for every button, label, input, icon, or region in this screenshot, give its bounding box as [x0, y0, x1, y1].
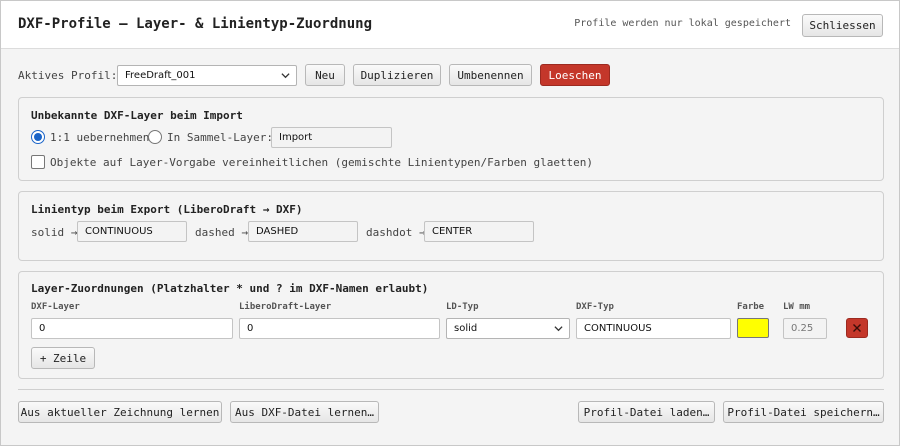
unknown-layers-title: Unbekannte DXF-Layer beim Import [31, 109, 243, 122]
ld-type-value: solid [454, 323, 478, 334]
dxf-layer-input[interactable]: 0 [31, 318, 233, 339]
col-lineweight: LW mm [783, 302, 811, 312]
close-button[interactable]: Schliessen [802, 14, 883, 37]
delete-row-button[interactable] [846, 318, 868, 338]
dialog-title: DXF-Profile — Layer- & Linientyp-Zuordnu… [18, 16, 373, 32]
normalize-checkbox[interactable] [31, 155, 45, 169]
profile-dialog: DXF-Profile — Layer- & Linientyp-Zuordnu… [0, 0, 900, 446]
duplicate-profile-button[interactable]: Duplizieren [353, 64, 441, 86]
new-profile-button[interactable]: Neu [305, 64, 345, 86]
col-dxf-type: DXF-Typ [576, 302, 614, 312]
linetype-export-group: Linientyp beim Export (LiberoDraft → DXF… [18, 191, 884, 261]
col-ld-layer: LiberoDraft-Layer [239, 302, 332, 312]
profile-select-value: FreeDraft_001 [125, 70, 196, 81]
save-profile-file-button[interactable]: Profil-Datei speichern… [723, 401, 884, 423]
collect-layer-input[interactable]: Import [271, 127, 392, 148]
normalize-label: Objekte auf Layer-Vorgabe vereinheitlich… [50, 156, 594, 169]
dashdot-mapping-input[interactable]: CENTER [424, 221, 534, 242]
dashed-mapping-input[interactable]: DASHED [248, 221, 358, 242]
layer-mapping-group: Layer-Zuordnungen (Platzhalter * und ? i… [18, 271, 884, 379]
layer-mapping-title: Layer-Zuordnungen (Platzhalter * und ? i… [31, 282, 429, 295]
dashed-mapping-label: dashed → [195, 226, 248, 239]
unknown-layers-group: Unbekannte DXF-Layer beim Import 1:1 ueb… [18, 97, 884, 181]
keep-layers-label: 1:1 uebernehmen [50, 131, 150, 144]
learn-from-drawing-button[interactable]: Aus aktueller Zeichnung lernen [18, 401, 222, 423]
footer-divider [18, 389, 884, 390]
collect-layer-radio[interactable] [148, 130, 162, 144]
lineweight-input[interactable]: 0.25 [783, 318, 827, 339]
col-color: Farbe [737, 302, 765, 312]
load-profile-file-button[interactable]: Profil-Datei laden… [578, 401, 715, 423]
profile-select[interactable]: FreeDraft_001 [117, 65, 297, 86]
dashdot-mapping-label: dashdot → [366, 226, 426, 239]
title-bar: DXF-Profile — Layer- & Linientyp-Zuordnu… [1, 1, 899, 49]
learn-from-dxf-button[interactable]: Aus DXF-Datei lernen… [230, 401, 379, 423]
solid-mapping-label: solid → [31, 226, 78, 239]
add-row-button[interactable]: + Zeile [31, 347, 95, 369]
collect-layer-label: In Sammel-Layer: [167, 131, 273, 144]
storage-note: Profile werden nur lokal gespeichert [574, 18, 791, 29]
close-icon [853, 324, 861, 332]
color-swatch[interactable] [737, 318, 769, 338]
chevron-down-icon [281, 73, 290, 79]
col-ld-type: LD-Typ [446, 302, 479, 312]
col-dxf-layer: DXF-Layer [31, 302, 80, 312]
keep-layers-radio[interactable] [31, 130, 45, 144]
chevron-down-icon [554, 326, 563, 332]
solid-mapping-input[interactable]: CONTINUOUS [77, 221, 187, 242]
linetype-export-title: Linientyp beim Export (LiberoDraft → DXF… [31, 203, 303, 216]
delete-profile-button[interactable]: Loeschen [540, 64, 610, 86]
ld-type-select[interactable]: solid [446, 318, 570, 339]
active-profile-label: Aktives Profil: [18, 69, 118, 82]
rename-profile-button[interactable]: Umbenennen [449, 64, 532, 86]
dxf-type-input[interactable]: CONTINUOUS [576, 318, 731, 339]
ld-layer-input[interactable]: 0 [239, 318, 440, 339]
